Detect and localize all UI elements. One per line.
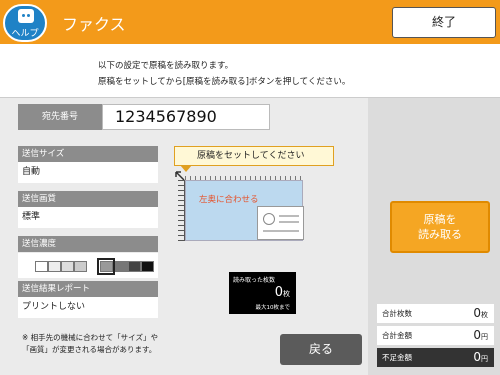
document-line: [263, 230, 299, 232]
size-setting-header[interactable]: 送信サイズ: [18, 146, 158, 162]
report-setting-value[interactable]: プリントしない: [18, 297, 158, 318]
scan-button-line-1: 原稿を: [423, 213, 457, 226]
settings-note: ※ 相手先の機械に合わせて「サイズ」や 「画質」が変更される場合があります。: [22, 332, 158, 356]
platen-ruler-left: [178, 180, 185, 241]
set-document-balloon: 原稿をセットしてください: [174, 146, 334, 166]
density-level-4[interactable]: [74, 261, 87, 272]
density-selector[interactable]: [18, 253, 158, 278]
density-level-6[interactable]: [115, 261, 128, 272]
scan-document-button[interactable]: 原稿を 読み取る: [390, 201, 490, 253]
help-face-icon: [18, 9, 34, 23]
document-image-icon: [263, 213, 275, 225]
align-instruction: 左奥に合わせる: [199, 195, 259, 205]
destination-label: 宛先番号: [18, 104, 102, 130]
density-setting-header[interactable]: 送信濃度: [18, 236, 158, 252]
instruction-line-1: 以下の設定で原稿を読み取ります。: [98, 61, 234, 71]
help-label: ヘルプ: [11, 29, 39, 39]
report-setting-header[interactable]: 送信結果レポート: [18, 281, 158, 297]
page-title: ファクス: [62, 15, 126, 34]
help-button[interactable]: ヘルプ: [3, 4, 47, 42]
end-button[interactable]: 終了: [392, 7, 496, 38]
density-level-2[interactable]: [48, 261, 61, 272]
note-line-1: ※ 相手先の機械に合わせて「サイズ」や: [22, 333, 158, 342]
back-button[interactable]: 戻る: [280, 334, 362, 365]
scan-counter: 読み取った枚数 0枚 最大10枚まで: [229, 272, 296, 314]
note-line-2: 「画質」が変更される場合があります。: [22, 345, 157, 354]
density-level-8[interactable]: [141, 261, 154, 272]
scan-button-line-2: 読み取る: [418, 228, 462, 241]
total-amount-row: 合計金額 0円: [377, 326, 494, 345]
destination-number-field[interactable]: 1234567890: [102, 104, 270, 130]
density-level-7[interactable]: [128, 261, 141, 272]
total-pages-row: 合計枚数 0枚: [377, 304, 494, 323]
instruction-area: 以下の設定で原稿を読み取ります。 原稿をセットしてから[原稿を読み取る]ボタンを…: [0, 44, 500, 98]
quality-setting-header[interactable]: 送信画質: [18, 191, 158, 207]
size-setting-value[interactable]: 自動: [18, 162, 158, 183]
document-line: [279, 221, 299, 223]
density-selected-marker: [97, 258, 115, 275]
document-icon: [257, 206, 304, 240]
quality-setting-value[interactable]: 標準: [18, 207, 158, 228]
density-level-3[interactable]: [61, 261, 74, 272]
scan-counter-max: 最大10枚まで: [255, 305, 291, 311]
scan-counter-title: 読み取った枚数: [233, 277, 276, 284]
scan-counter-value: 0枚: [274, 285, 290, 300]
shortage-amount-row: 不足金額 0円: [377, 348, 494, 367]
density-level-1[interactable]: [35, 261, 48, 272]
document-line: [279, 215, 299, 217]
instruction-line-2: 原稿をセットしてから[原稿を読み取る]ボタンを押してください。: [98, 77, 351, 87]
